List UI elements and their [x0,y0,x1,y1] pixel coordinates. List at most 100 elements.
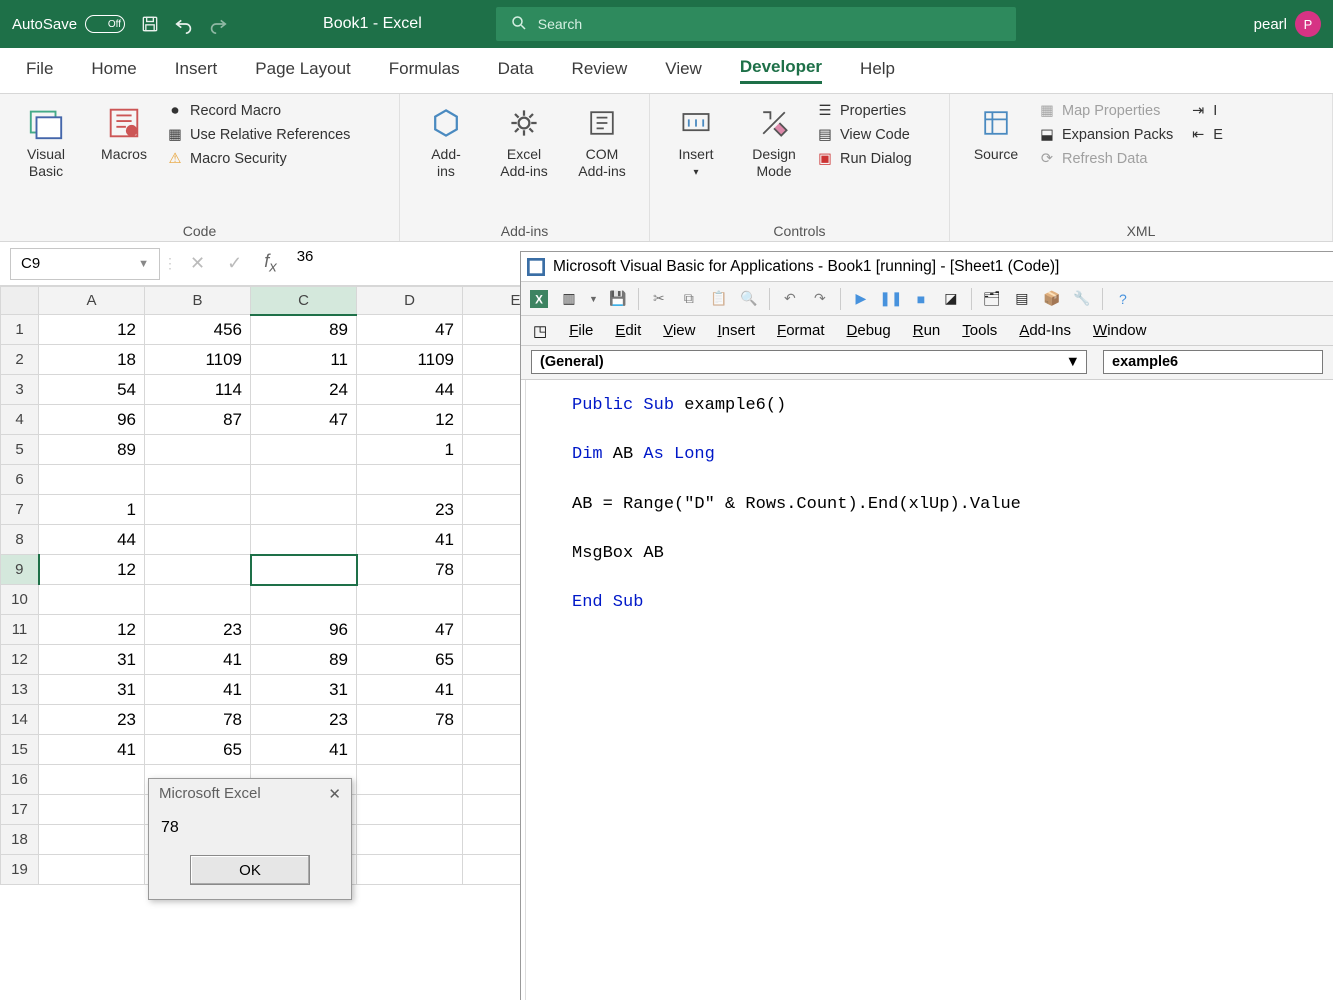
vbe-object-dropdown[interactable]: (General)▼ [531,350,1087,374]
cell-C15[interactable]: 41 [251,735,357,765]
reset-icon[interactable]: ■ [911,289,931,309]
row-header-3[interactable]: 3 [1,375,39,405]
expansion-packs-button[interactable]: ⬓Expansion Packs [1038,126,1173,144]
import-button[interactable]: ⇥I [1189,102,1223,120]
properties-window-icon[interactable]: ▤ [1012,289,1032,309]
project-explorer-icon[interactable]: 🗂 [982,289,1002,309]
cell-C13[interactable]: 31 [251,675,357,705]
cancel-icon[interactable]: ✕ [190,253,205,274]
cell-B10[interactable] [145,585,251,615]
redo-icon[interactable] [207,13,229,35]
cell-D12[interactable]: 65 [357,645,463,675]
cell-A6[interactable] [39,465,145,495]
redo-icon[interactable]: ↷ [810,289,830,309]
cell-B4[interactable]: 87 [145,405,251,435]
copy-icon[interactable]: ⧉ [679,289,699,309]
cell-B8[interactable] [145,525,251,555]
undo-icon[interactable]: ↶ [780,289,800,309]
cell-A8[interactable]: 44 [39,525,145,555]
break-icon[interactable]: ❚❚ [881,289,901,309]
cell-C9[interactable] [251,555,357,585]
object-browser-icon[interactable]: 📦 [1042,289,1062,309]
cell-A12[interactable]: 31 [39,645,145,675]
row-header-9[interactable]: 9 [1,555,39,585]
vbe-window-icon[interactable]: ◳ [533,322,547,340]
row-header-4[interactable]: 4 [1,405,39,435]
tab-home[interactable]: Home [91,59,136,83]
autosave-toggle[interactable]: AutoSave Off [12,15,125,33]
row-header-13[interactable]: 13 [1,675,39,705]
cell-D3[interactable]: 44 [357,375,463,405]
cell-A13[interactable]: 31 [39,675,145,705]
cell-C8[interactable] [251,525,357,555]
view-code-button[interactable]: ▤View Code [816,126,912,144]
com-addins-button[interactable]: COM Add-ins [566,100,638,180]
user-account[interactable]: pearl P [1254,11,1321,37]
enter-icon[interactable]: ✓ [227,253,242,274]
row-header-10[interactable]: 10 [1,585,39,615]
vbe-menu-window[interactable]: Window [1093,322,1146,339]
cell-D11[interactable]: 47 [357,615,463,645]
save-icon[interactable] [139,13,161,35]
cell-B2[interactable]: 1109 [145,345,251,375]
vbe-menu-view[interactable]: View [663,322,695,339]
cell-D1[interactable]: 47 [357,315,463,345]
row-header-6[interactable]: 6 [1,465,39,495]
design-icon[interactable]: ◪ [941,289,961,309]
cell-D16[interactable] [357,765,463,795]
cell-A9[interactable]: 12 [39,555,145,585]
find-icon[interactable]: 🔍 [739,289,759,309]
tab-file[interactable]: File [26,59,53,83]
name-box[interactable]: C9 ▼ [10,248,160,280]
column-header-B[interactable]: B [145,287,251,315]
cell-B9[interactable] [145,555,251,585]
insert-object-icon[interactable]: ▥ [559,289,579,309]
fx-icon[interactable]: fx [264,251,277,276]
row-header-11[interactable]: 11 [1,615,39,645]
cell-C7[interactable] [251,495,357,525]
cell-B15[interactable]: 65 [145,735,251,765]
column-header-D[interactable]: D [357,287,463,315]
tab-help[interactable]: Help [860,59,895,83]
cell-A10[interactable] [39,585,145,615]
search-box[interactable]: Search [496,7,1016,41]
tab-formulas[interactable]: Formulas [389,59,460,83]
tab-page-layout[interactable]: Page Layout [255,59,350,83]
cell-A5[interactable]: 89 [39,435,145,465]
tab-developer[interactable]: Developer [740,57,822,84]
cell-A7[interactable]: 1 [39,495,145,525]
run-dialog-button[interactable]: ▣Run Dialog [816,150,912,168]
column-header-C[interactable]: C [251,287,357,315]
cell-A4[interactable]: 96 [39,405,145,435]
vbe-code-pane[interactable]: Public Sub example6() Dim AB As Long AB … [525,380,1333,1000]
cell-A19[interactable] [39,855,145,885]
vbe-menu-insert[interactable]: Insert [717,322,755,339]
row-header-8[interactable]: 8 [1,525,39,555]
use-relative-refs-button[interactable]: ▦Use Relative References [166,126,350,144]
cell-D18[interactable] [357,825,463,855]
properties-button[interactable]: ☰Properties [816,102,912,120]
cell-A11[interactable]: 12 [39,615,145,645]
cell-D6[interactable] [357,465,463,495]
cut-icon[interactable]: ✂ [649,289,669,309]
visual-basic-button[interactable]: Visual Basic [10,100,82,180]
cell-D2[interactable]: 1109 [357,345,463,375]
cell-D9[interactable]: 78 [357,555,463,585]
cell-A14[interactable]: 23 [39,705,145,735]
cell-C4[interactable]: 47 [251,405,357,435]
cell-C11[interactable]: 96 [251,615,357,645]
row-header-12[interactable]: 12 [1,645,39,675]
cell-B13[interactable]: 41 [145,675,251,705]
cell-D15[interactable] [357,735,463,765]
cell-B14[interactable]: 78 [145,705,251,735]
cell-C12[interactable]: 89 [251,645,357,675]
cell-C5[interactable] [251,435,357,465]
cell-B5[interactable] [145,435,251,465]
cell-B1[interactable]: 456 [145,315,251,345]
vbe-menu-tools[interactable]: Tools [962,322,997,339]
cell-B11[interactable]: 23 [145,615,251,645]
map-properties-button[interactable]: ▦Map Properties [1038,102,1173,120]
row-header-19[interactable]: 19 [1,855,39,885]
save-icon[interactable]: 💾 [608,289,628,309]
cell-A2[interactable]: 18 [39,345,145,375]
